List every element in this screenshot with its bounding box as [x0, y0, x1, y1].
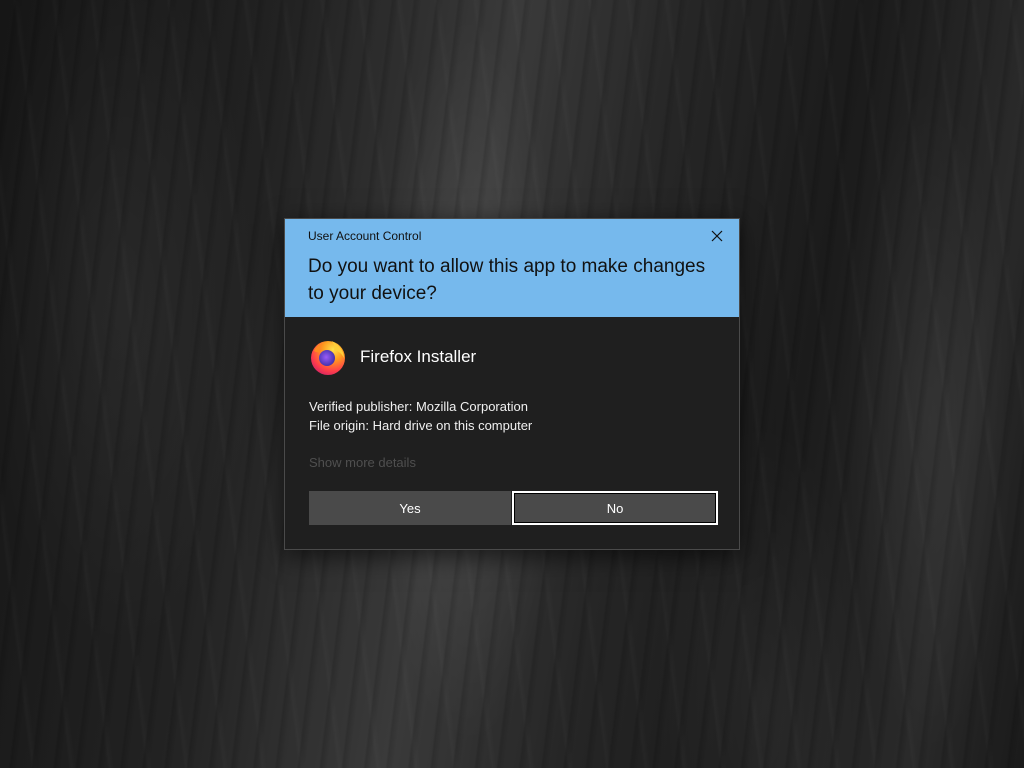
publisher-text: Verified publisher: Mozilla Corporation — [309, 399, 528, 414]
no-button[interactable]: No — [512, 491, 718, 525]
uac-header: User Account Control Do you want to allo… — [285, 219, 739, 317]
app-name: Firefox Installer — [360, 347, 477, 366]
dialog-title: User Account Control — [308, 229, 422, 243]
close-icon — [711, 230, 723, 242]
uac-body: Firefox Installer Verified publisher: Mo… — [285, 317, 739, 549]
origin-text: File origin: Hard drive on this computer — [309, 418, 533, 433]
yes-button[interactable]: Yes — [309, 491, 511, 525]
desktop-background: User Account Control Do you want to allo… — [0, 0, 1024, 768]
app-details: Verified publisher: Mozilla Corporation … — [309, 397, 532, 435]
show-more-details-link[interactable]: Show more details — [309, 455, 416, 470]
close-button[interactable] — [705, 225, 729, 247]
dialog-question: Do you want to allow this app to make ch… — [308, 256, 706, 304]
app-info: Firefox Installer — [308, 337, 476, 377]
firefox-icon — [311, 341, 345, 375]
uac-dialog: User Account Control Do you want to allo… — [284, 218, 740, 550]
